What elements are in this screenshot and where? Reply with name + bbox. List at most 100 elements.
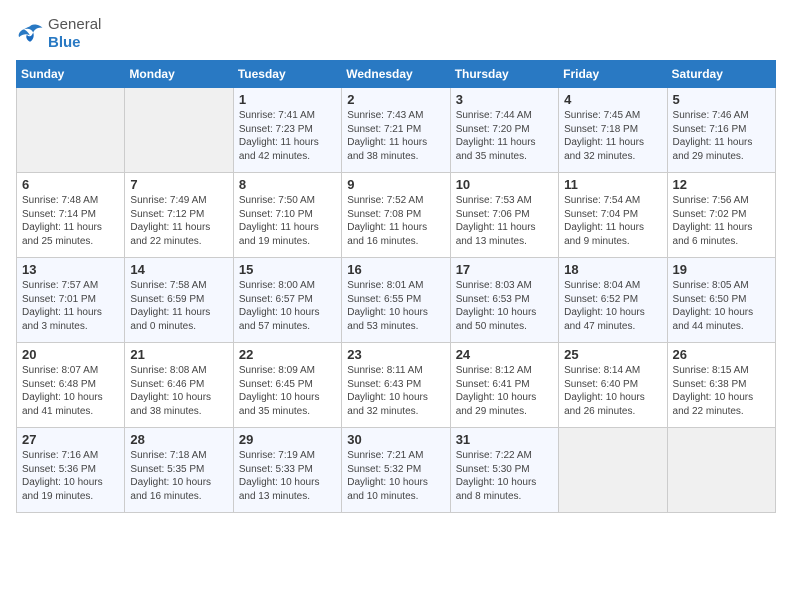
calendar-cell: 7 Sunrise: 7:49 AM Sunset: 7:12 PM Dayli… [125,173,233,258]
daylight-text: Daylight: 11 hours and 32 minutes. [564,136,661,163]
daylight-text: Daylight: 10 hours and 8 minutes. [456,476,553,503]
sunrise-text: Sunrise: 7:44 AM [456,109,553,123]
calendar-cell: 18 Sunrise: 8:04 AM Sunset: 6:52 PM Dayl… [559,258,667,343]
sunset-text: Sunset: 5:35 PM [130,463,227,477]
daylight-text: Daylight: 10 hours and 57 minutes. [239,306,336,333]
sunrise-text: Sunrise: 7:22 AM [456,449,553,463]
sunset-text: Sunset: 6:43 PM [347,378,444,392]
daylight-text: Daylight: 11 hours and 22 minutes. [130,221,227,248]
calendar-cell: 15 Sunrise: 8:00 AM Sunset: 6:57 PM Dayl… [233,258,341,343]
day-number: 11 [564,177,661,192]
day-number: 1 [239,92,336,107]
calendar-week-row: 27 Sunrise: 7:16 AM Sunset: 5:36 PM Dayl… [17,428,776,513]
sunrise-text: Sunrise: 7:43 AM [347,109,444,123]
daylight-text: Daylight: 11 hours and 9 minutes. [564,221,661,248]
day-number: 3 [456,92,553,107]
calendar-week-row: 1 Sunrise: 7:41 AM Sunset: 7:23 PM Dayli… [17,88,776,173]
sunrise-text: Sunrise: 7:57 AM [22,279,119,293]
day-info: Sunrise: 7:16 AM Sunset: 5:36 PM Dayligh… [22,449,119,503]
sunset-text: Sunset: 7:10 PM [239,208,336,222]
logo-text: General Blue [48,16,101,52]
daylight-text: Daylight: 10 hours and 47 minutes. [564,306,661,333]
sunset-text: Sunset: 6:55 PM [347,293,444,307]
calendar-cell: 24 Sunrise: 8:12 AM Sunset: 6:41 PM Dayl… [450,343,558,428]
day-info: Sunrise: 7:54 AM Sunset: 7:04 PM Dayligh… [564,194,661,248]
calendar-cell: 19 Sunrise: 8:05 AM Sunset: 6:50 PM Dayl… [667,258,775,343]
day-info: Sunrise: 7:43 AM Sunset: 7:21 PM Dayligh… [347,109,444,163]
calendar-cell: 13 Sunrise: 7:57 AM Sunset: 7:01 PM Dayl… [17,258,125,343]
daylight-text: Daylight: 10 hours and 22 minutes. [673,391,770,418]
day-info: Sunrise: 8:04 AM Sunset: 6:52 PM Dayligh… [564,279,661,333]
calendar-table: SundayMondayTuesdayWednesdayThursdayFrid… [16,60,776,513]
day-info: Sunrise: 7:45 AM Sunset: 7:18 PM Dayligh… [564,109,661,163]
sunset-text: Sunset: 6:46 PM [130,378,227,392]
calendar-cell: 3 Sunrise: 7:44 AM Sunset: 7:20 PM Dayli… [450,88,558,173]
daylight-text: Daylight: 10 hours and 26 minutes. [564,391,661,418]
daylight-text: Daylight: 11 hours and 3 minutes. [22,306,119,333]
daylight-text: Daylight: 11 hours and 0 minutes. [130,306,227,333]
sunrise-text: Sunrise: 8:07 AM [22,364,119,378]
sunrise-text: Sunrise: 7:46 AM [673,109,770,123]
sunset-text: Sunset: 6:59 PM [130,293,227,307]
calendar-cell: 1 Sunrise: 7:41 AM Sunset: 7:23 PM Dayli… [233,88,341,173]
calendar-cell: 22 Sunrise: 8:09 AM Sunset: 6:45 PM Dayl… [233,343,341,428]
day-info: Sunrise: 7:57 AM Sunset: 7:01 PM Dayligh… [22,279,119,333]
day-info: Sunrise: 7:53 AM Sunset: 7:06 PM Dayligh… [456,194,553,248]
day-info: Sunrise: 8:09 AM Sunset: 6:45 PM Dayligh… [239,364,336,418]
sunset-text: Sunset: 7:20 PM [456,123,553,137]
day-number: 7 [130,177,227,192]
calendar-cell: 5 Sunrise: 7:46 AM Sunset: 7:16 PM Dayli… [667,88,775,173]
sunrise-text: Sunrise: 7:50 AM [239,194,336,208]
day-number: 16 [347,262,444,277]
day-number: 30 [347,432,444,447]
calendar-cell: 21 Sunrise: 8:08 AM Sunset: 6:46 PM Dayl… [125,343,233,428]
sunrise-text: Sunrise: 7:54 AM [564,194,661,208]
day-info: Sunrise: 7:49 AM Sunset: 7:12 PM Dayligh… [130,194,227,248]
sunrise-text: Sunrise: 8:11 AM [347,364,444,378]
calendar-cell: 25 Sunrise: 8:14 AM Sunset: 6:40 PM Dayl… [559,343,667,428]
calendar-cell: 9 Sunrise: 7:52 AM Sunset: 7:08 PM Dayli… [342,173,450,258]
sunset-text: Sunset: 6:53 PM [456,293,553,307]
sunset-text: Sunset: 6:45 PM [239,378,336,392]
calendar-cell: 23 Sunrise: 8:11 AM Sunset: 6:43 PM Dayl… [342,343,450,428]
daylight-text: Daylight: 10 hours and 35 minutes. [239,391,336,418]
day-number: 4 [564,92,661,107]
day-number: 14 [130,262,227,277]
day-info: Sunrise: 8:05 AM Sunset: 6:50 PM Dayligh… [673,279,770,333]
daylight-text: Daylight: 11 hours and 16 minutes. [347,221,444,248]
day-info: Sunrise: 7:41 AM Sunset: 7:23 PM Dayligh… [239,109,336,163]
day-number: 22 [239,347,336,362]
day-number: 19 [673,262,770,277]
day-info: Sunrise: 8:11 AM Sunset: 6:43 PM Dayligh… [347,364,444,418]
calendar-cell: 16 Sunrise: 8:01 AM Sunset: 6:55 PM Dayl… [342,258,450,343]
day-info: Sunrise: 8:08 AM Sunset: 6:46 PM Dayligh… [130,364,227,418]
header-day-sunday: Sunday [17,61,125,88]
day-info: Sunrise: 7:56 AM Sunset: 7:02 PM Dayligh… [673,194,770,248]
day-number: 28 [130,432,227,447]
calendar-cell: 4 Sunrise: 7:45 AM Sunset: 7:18 PM Dayli… [559,88,667,173]
calendar-cell: 2 Sunrise: 7:43 AM Sunset: 7:21 PM Dayli… [342,88,450,173]
sunset-text: Sunset: 7:01 PM [22,293,119,307]
calendar-cell: 8 Sunrise: 7:50 AM Sunset: 7:10 PM Dayli… [233,173,341,258]
day-number: 29 [239,432,336,447]
sunrise-text: Sunrise: 8:09 AM [239,364,336,378]
calendar-cell [125,88,233,173]
sunset-text: Sunset: 6:52 PM [564,293,661,307]
sunrise-text: Sunrise: 7:48 AM [22,194,119,208]
calendar-cell: 27 Sunrise: 7:16 AM Sunset: 5:36 PM Dayl… [17,428,125,513]
sunset-text: Sunset: 7:12 PM [130,208,227,222]
calendar-cell: 31 Sunrise: 7:22 AM Sunset: 5:30 PM Dayl… [450,428,558,513]
page-header: General Blue [16,16,776,52]
day-info: Sunrise: 7:21 AM Sunset: 5:32 PM Dayligh… [347,449,444,503]
header-day-monday: Monday [125,61,233,88]
daylight-text: Daylight: 10 hours and 13 minutes. [239,476,336,503]
header-day-saturday: Saturday [667,61,775,88]
sunrise-text: Sunrise: 8:05 AM [673,279,770,293]
logo-blue: Blue [48,34,81,51]
logo-general: General [48,16,101,33]
sunrise-text: Sunrise: 8:14 AM [564,364,661,378]
day-info: Sunrise: 8:03 AM Sunset: 6:53 PM Dayligh… [456,279,553,333]
day-info: Sunrise: 7:58 AM Sunset: 6:59 PM Dayligh… [130,279,227,333]
daylight-text: Daylight: 10 hours and 41 minutes. [22,391,119,418]
sunset-text: Sunset: 6:40 PM [564,378,661,392]
